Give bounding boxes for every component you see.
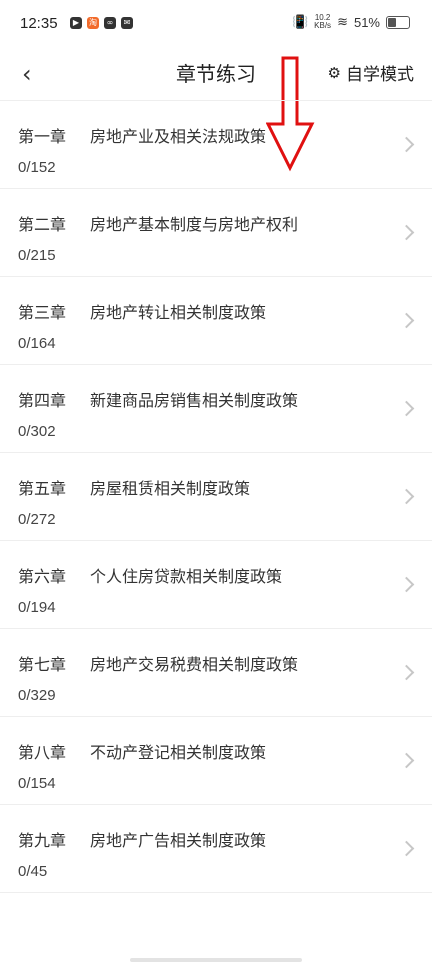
home-indicator[interactable] [130,958,302,962]
chapter-heading: 第三章 房地产转让相关制度政策 [18,299,266,323]
chapter-name: 新建商品房销售相关制度政策 [90,391,299,410]
chapter-progress: 0/272 [18,511,56,528]
chapter-name: 房地产基本制度与房地产权利 [90,215,299,234]
chapter-heading: 第五章 房屋租赁相关制度政策 [18,475,250,499]
chevron-right-icon [398,840,415,857]
chapter-name: 房地产交易税费相关制度政策 [90,655,299,674]
chapter-name: 房地产转让相关制度政策 [90,303,267,322]
chapter-item[interactable]: 第六章 个人住房贷款相关制度政策 0/194 [0,541,432,629]
chapter-item[interactable]: 第三章 房地产转让相关制度政策 0/164 [0,277,432,365]
chapter-name: 不动产登记相关制度政策 [90,743,267,762]
status-right: 📳 10.2 KB/s ≋ 51% [292,14,410,30]
chapter-heading: 第八章 不动产登记相关制度政策 [18,739,266,763]
chapter-progress: 0/329 [18,687,56,704]
chapter-progress: 0/154 [18,775,56,792]
app-notification-icon: ✉ [121,17,133,29]
chapter-item[interactable]: 第九章 房地产广告相关制度政策 0/45 [0,805,432,893]
chevron-right-icon [398,312,415,329]
chapter-progress: 0/194 [18,599,56,616]
chevron-right-icon [398,664,415,681]
nav-bar: ‹ 章节练习 ⚙ 自学模式 [0,48,432,98]
chapter-item[interactable]: 第二章 房地产基本制度与房地产权利 0/215 [0,189,432,277]
chapter-number: 第七章 [18,655,67,674]
notification-icons: ▶ 淘 ∞ ✉ [70,17,133,29]
chapter-number: 第二章 [18,215,67,234]
chapter-progress: 0/164 [18,335,56,352]
battery-icon [386,15,410,29]
chapter-number: 第五章 [18,479,67,498]
gear-icon: ⚙ [327,63,341,82]
net-speed-unit: KB/s [314,21,332,30]
chapter-item[interactable]: 第四章 新建商品房销售相关制度政策 0/302 [0,365,432,453]
self-study-mode-button[interactable]: ⚙ 自学模式 [327,60,414,86]
battery-text: 51% [353,14,380,30]
chapter-item[interactable]: 第八章 不动产登记相关制度政策 0/154 [0,717,432,805]
chapter-number: 第四章 [18,391,67,410]
chapter-list: 第一章 房地产业及相关法规政策 0/152 第二章 房地产基本制度与房地产权利 0/215… [0,100,432,893]
chapter-name: 房屋租赁相关制度政策 [90,479,251,498]
chapter-heading: 第七章 房地产交易税费相关制度政策 [18,651,298,675]
chapter-heading: 第六章 个人住房贷款相关制度政策 [18,563,282,587]
chapter-item[interactable]: 第一章 房地产业及相关法规政策 0/152 [0,101,432,189]
mode-label: 自学模式 [346,65,414,85]
chevron-right-icon [398,752,415,769]
chapter-number: 第九章 [18,831,67,850]
app-notification-icon: ▶ [70,17,82,29]
chevron-right-icon [398,400,415,417]
chapter-heading: 第四章 新建商品房销售相关制度政策 [18,387,298,411]
chapter-number: 第三章 [18,303,67,322]
chapter-progress: 0/302 [18,423,56,440]
app-notification-icon: ∞ [104,17,116,29]
app-notification-icon: 淘 [87,17,99,29]
chapter-name: 个人住房贷款相关制度政策 [90,567,283,586]
chapter-number: 第六章 [18,567,67,586]
chapter-progress: 0/215 [18,247,56,264]
net-speed: 10.2 KB/s [314,14,331,30]
chevron-right-icon [398,136,415,153]
chapter-number: 第八章 [18,743,67,762]
chapter-name: 房地产广告相关制度政策 [90,831,267,850]
chapter-name: 房地产业及相关法规政策 [90,127,267,146]
chapter-heading: 第二章 房地产基本制度与房地产权利 [18,211,298,235]
chevron-right-icon [398,488,415,505]
status-bar: 12:35 ▶ 淘 ∞ ✉ 📳 10.2 KB/s ≋ 51% [0,0,432,48]
chapter-progress: 0/152 [18,159,56,176]
chapter-progress: 0/45 [18,863,48,880]
chapter-number: 第一章 [18,127,67,146]
chapter-item[interactable]: 第七章 房地产交易税费相关制度政策 0/329 [0,629,432,717]
chapter-item[interactable]: 第五章 房屋租赁相关制度政策 0/272 [0,453,432,541]
wifi-icon: ≋ [337,14,348,29]
chapter-heading: 第一章 房地产业及相关法规政策 [18,123,266,147]
chevron-right-icon [398,224,415,241]
chapter-heading: 第九章 房地产广告相关制度政策 [18,827,266,851]
vibrate-icon: 📳 [291,14,309,29]
status-time: 12:35 [20,15,58,32]
chevron-right-icon [398,576,415,593]
